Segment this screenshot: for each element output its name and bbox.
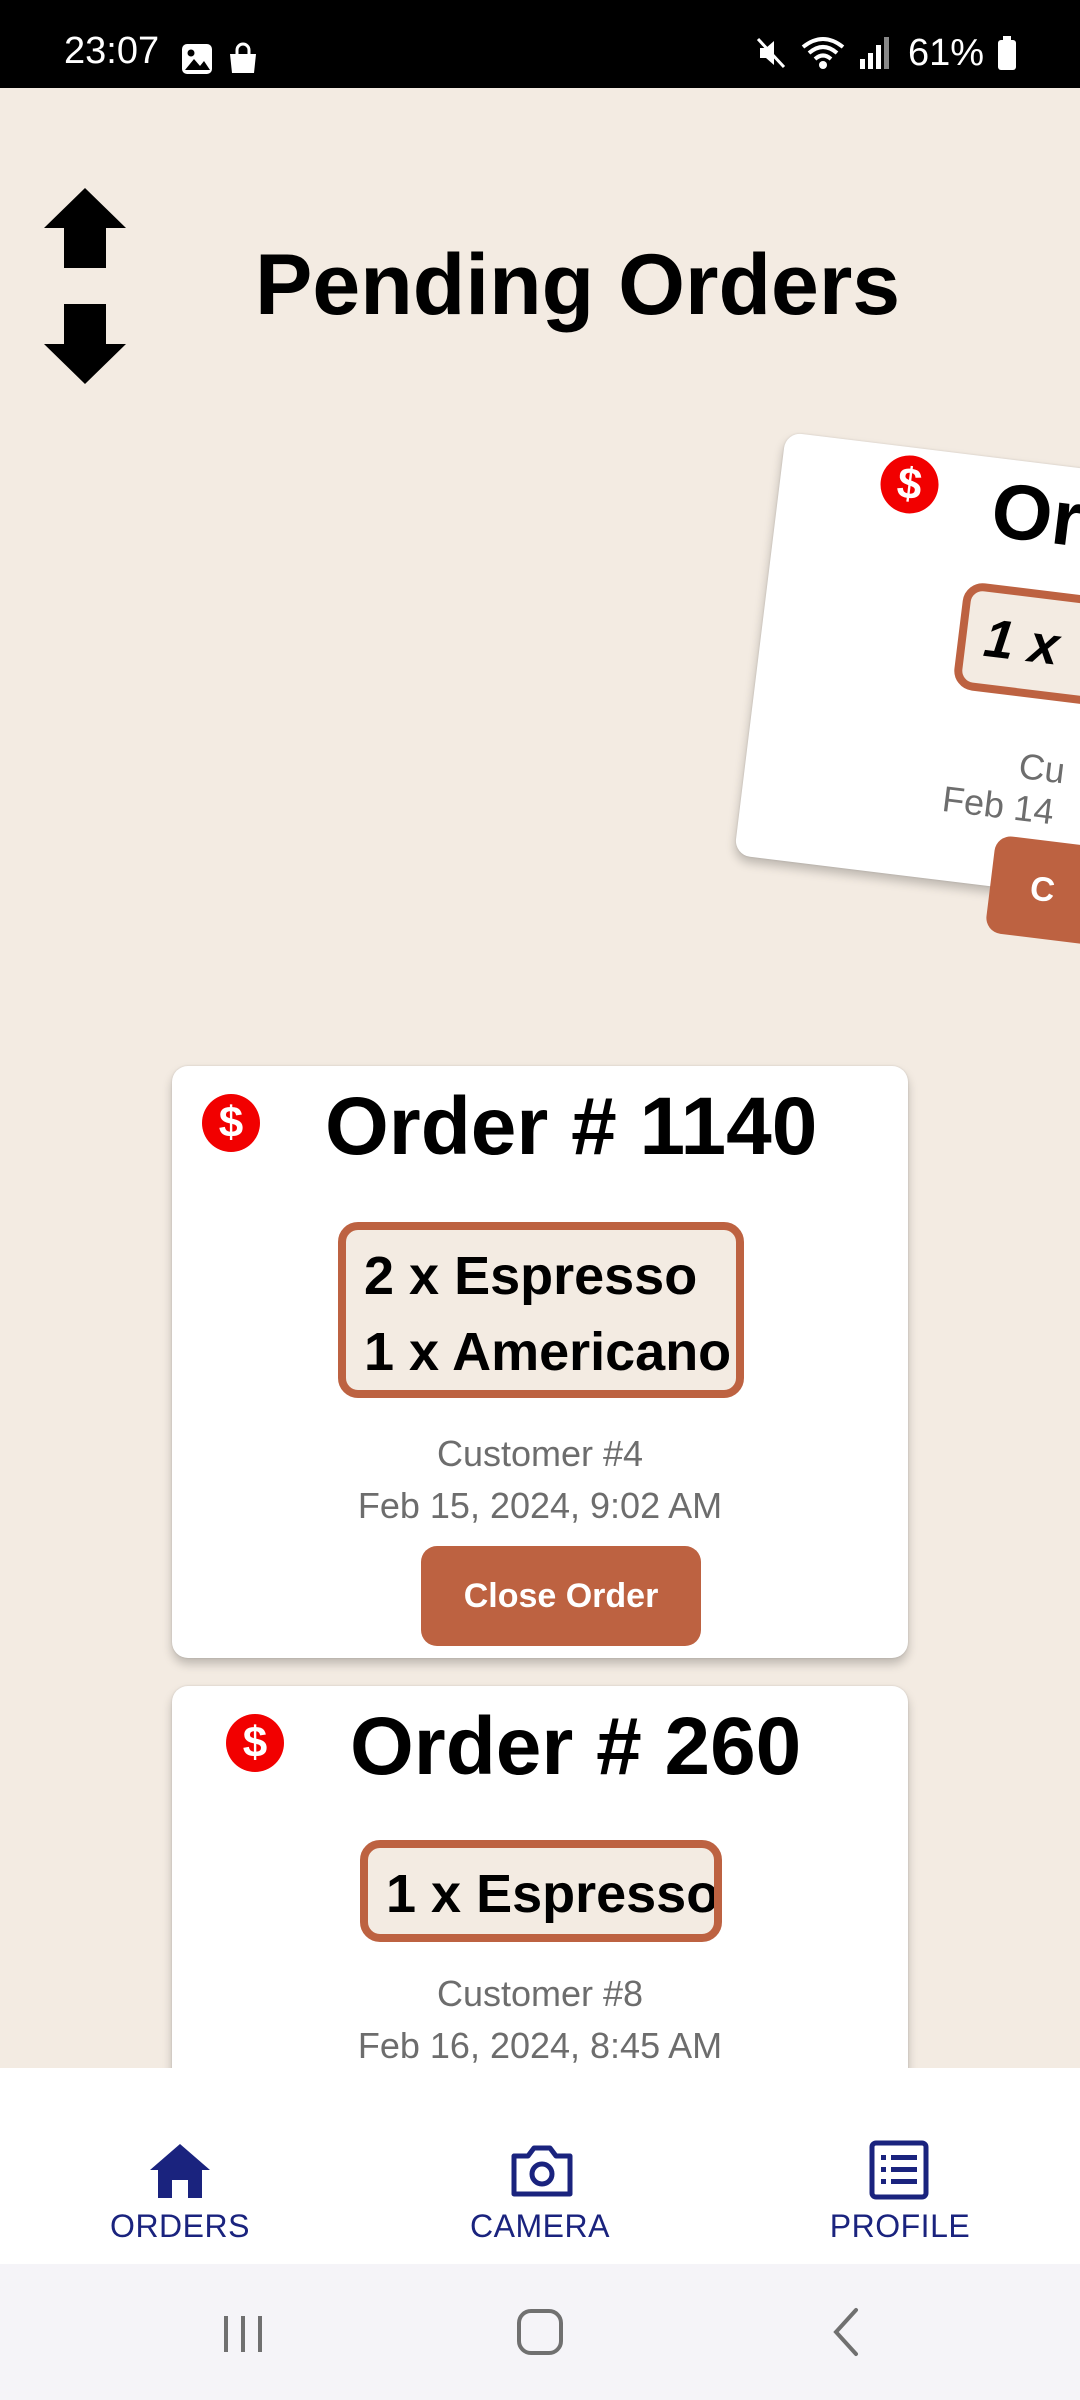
order-item: 1 x (980, 607, 1063, 677)
back-icon[interactable] (826, 2302, 866, 2362)
nav-camera[interactable]: CAMERA (420, 2068, 660, 2264)
order-items-box: 2 x Espresso 1 x Americano (338, 1222, 744, 1398)
date-text: Feb 15, 2024, 9:02 AM (357, 1485, 723, 1526)
customer-text: Customer #8 (436, 1973, 644, 2014)
dollar-icon: $ (202, 1094, 260, 1152)
order-card[interactable]: $ Order # 260 1 x Espresso Customer #8 F… (172, 1686, 908, 2126)
order-title: Or (986, 465, 1080, 564)
date-text: Feb 16, 2024, 8:45 AM (357, 2025, 723, 2066)
order-item: 2 x Espresso (364, 1246, 698, 1306)
bottom-nav: ORDERS CAMERA PROFILE (0, 2068, 1080, 2264)
home-icon (150, 2144, 210, 2198)
close-order-button[interactable]: C (984, 834, 1080, 967)
dollar-icon: $ (877, 452, 942, 517)
close-order-label: C (1027, 869, 1057, 911)
nav-profile[interactable]: PROFILE (780, 2068, 1020, 2264)
system-nav-bar (0, 2264, 1080, 2400)
camera-icon (511, 2145, 573, 2197)
dollar-icon: $ (226, 1714, 284, 1772)
nav-orders-label: ORDERS (110, 2208, 250, 2244)
customer-text: Customer #4 (436, 1433, 644, 1474)
order-item: 1 x Americano (364, 1322, 732, 1382)
home-button-icon[interactable] (514, 2302, 566, 2362)
order-item: 1 x Espresso (386, 1864, 720, 1924)
recent-apps-icon[interactable] (218, 2302, 268, 2362)
customer-text: Cu (1016, 745, 1068, 792)
nav-camera-label: CAMERA (470, 2208, 610, 2244)
nav-orders[interactable]: ORDERS (60, 2068, 300, 2264)
order-title: Order # 1140 (325, 1081, 818, 1172)
list-icon (869, 2140, 929, 2200)
order-title: Order # 260 (350, 1701, 802, 1792)
close-order-button[interactable]: Close Order (421, 1546, 701, 1646)
order-card-swiped[interactable]: $ Or 1 x Cu Feb 14 C (734, 432, 1080, 967)
order-items-box: 1 x (952, 580, 1080, 735)
order-items-box: 1 x Espresso (360, 1840, 722, 1942)
nav-profile-label: PROFILE (829, 2208, 971, 2244)
order-card[interactable]: $ Order # 1140 2 x Espresso 1 x American… (172, 1066, 908, 1658)
